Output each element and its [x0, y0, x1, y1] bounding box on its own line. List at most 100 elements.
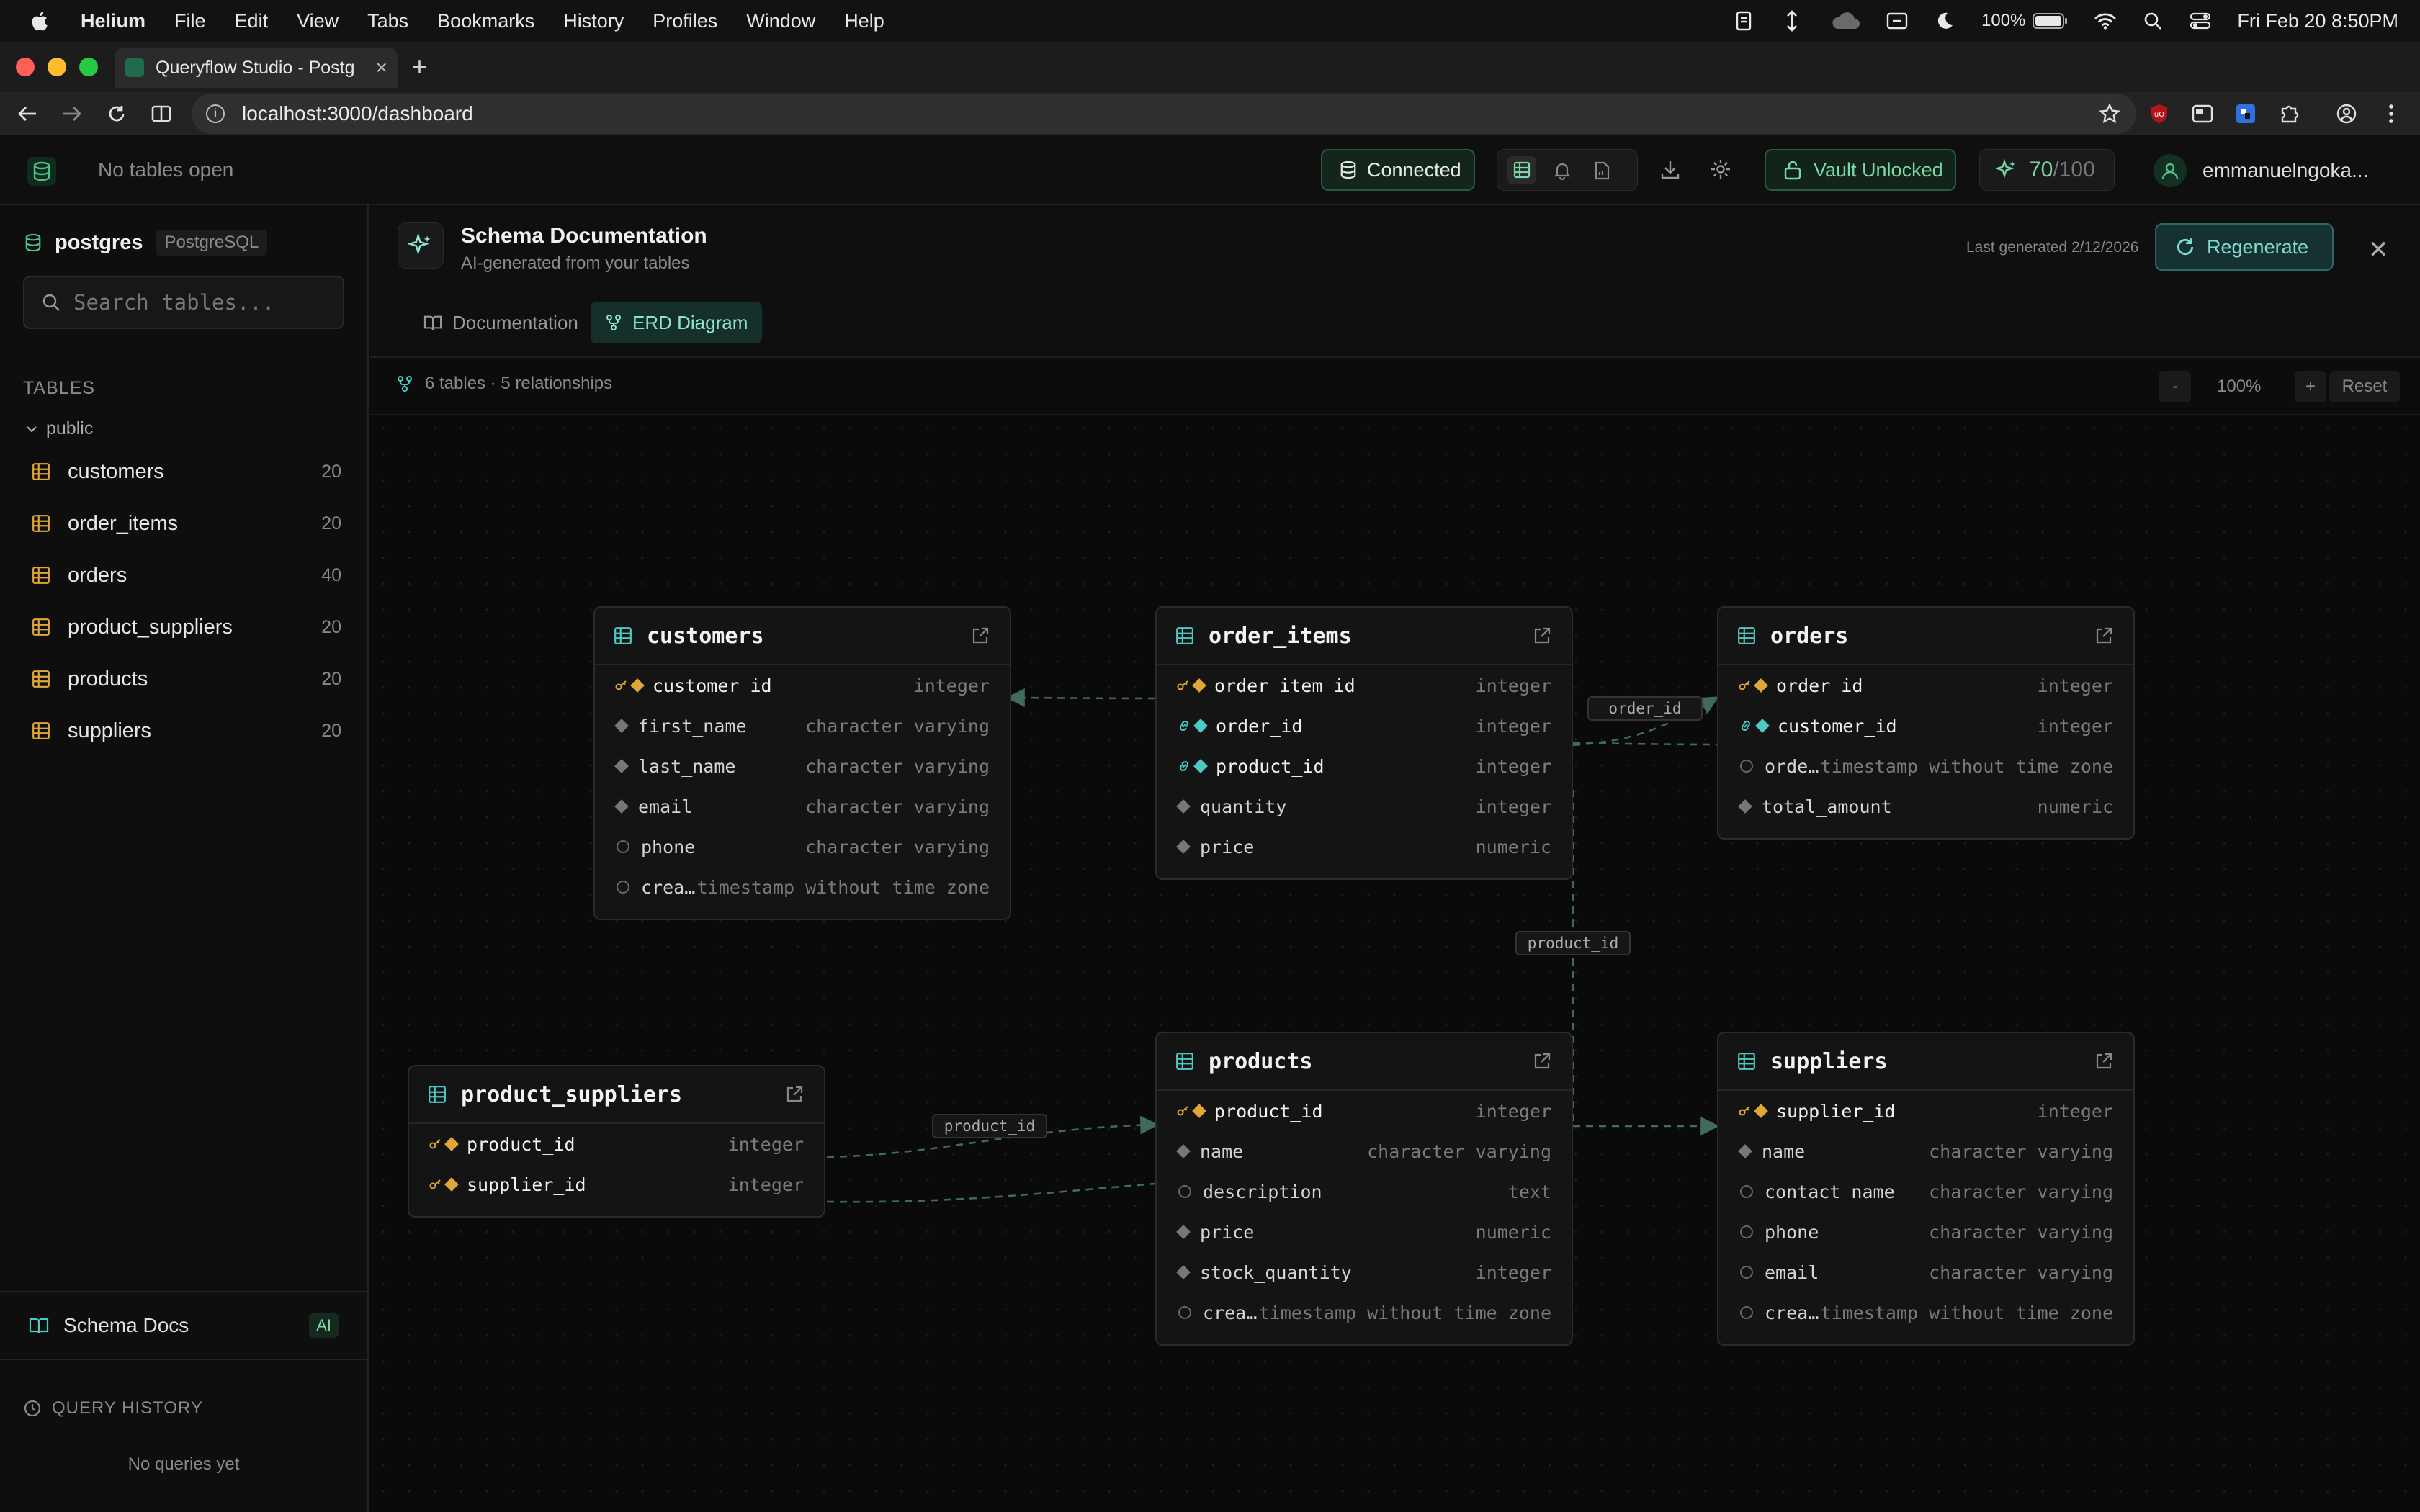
erd-canvas[interactable]: order_id product_id product_id customers…: [370, 415, 2420, 1512]
erd-field-row[interactable]: product_id integer: [1157, 1091, 1572, 1131]
sidebar-table-customers[interactable]: customers 20: [32, 451, 341, 492]
status-doc-icon[interactable]: [1734, 10, 1755, 32]
erd-table-suppliers[interactable]: suppliers supplier_id integer name character…: [1717, 1032, 2135, 1346]
browser-tab[interactable]: Queryflow Studio - Postg ×: [115, 48, 398, 88]
schema-docs-button[interactable]: Schema Docs AI: [0, 1291, 367, 1360]
sidebar-table-product-suppliers[interactable]: product_suppliers 20: [32, 607, 341, 647]
menu-bookmarks[interactable]: Bookmarks: [437, 10, 534, 32]
reset-zoom-button[interactable]: Reset: [2329, 371, 2400, 402]
reload-icon[interactable]: [104, 101, 130, 127]
menu-view[interactable]: View: [297, 10, 339, 32]
status-arrows-icon[interactable]: [1781, 10, 1803, 32]
back-icon[interactable]: [14, 101, 40, 127]
spotlight-icon[interactable]: [2142, 10, 2164, 32]
erd-field-row[interactable]: order_item_id integer: [1157, 665, 1572, 706]
erd-field-row[interactable]: phone character varying: [595, 827, 1010, 867]
menu-app-name[interactable]: Helium: [81, 10, 145, 32]
menu-history[interactable]: History: [563, 10, 624, 32]
moon-icon[interactable]: [1934, 10, 1955, 32]
ublock-extension-icon[interactable]: uO: [2146, 101, 2172, 127]
erd-table-header[interactable]: order_items: [1157, 608, 1572, 665]
window-zoom-button[interactable]: [79, 58, 98, 76]
erd-field-row[interactable]: customer_id integer: [595, 665, 1010, 706]
control-center-icon[interactable]: [2190, 10, 2211, 32]
erd-table-order-items[interactable]: order_items order_item_id integer order_id i…: [1155, 606, 1573, 880]
database-logo-icon[interactable]: [27, 157, 56, 186]
erd-table-orders[interactable]: orders order_id integer customer_id integer o…: [1717, 606, 2135, 840]
erd-table-product-suppliers[interactable]: product_suppliers product_id integer suppli…: [408, 1065, 825, 1218]
erd-field-row[interactable]: crea… timestamp without time zone: [1718, 1292, 2133, 1333]
regenerate-button[interactable]: Regenerate: [2155, 223, 2334, 271]
wifi-icon[interactable]: [2094, 10, 2116, 32]
erd-field-row[interactable]: first_name character varying: [595, 706, 1010, 746]
menu-file[interactable]: File: [174, 10, 206, 32]
search-input[interactable]: [73, 290, 333, 315]
file-chart-icon[interactable]: [1594, 161, 1610, 185]
erd-field-row[interactable]: stock_quantity integer: [1157, 1252, 1572, 1292]
erd-field-row[interactable]: order_id integer: [1718, 665, 2133, 706]
erd-field-row[interactable]: email character varying: [1718, 1252, 2133, 1292]
sidebar-table-products[interactable]: products 20: [32, 659, 341, 699]
sidebar-table-order-items[interactable]: order_items 20: [32, 503, 341, 544]
forward-icon[interactable]: [59, 101, 85, 127]
bell-icon[interactable]: [1554, 161, 1571, 185]
external-link-icon[interactable]: [2094, 1052, 2113, 1071]
erd-field-row[interactable]: customer_id integer: [1718, 706, 2133, 746]
erd-field-row[interactable]: last_name character varying: [595, 746, 1010, 786]
reader-extension-icon[interactable]: [2190, 101, 2215, 127]
url-text[interactable]: localhost:3000/dashboard: [242, 102, 473, 125]
erd-field-row[interactable]: product_id integer: [1157, 746, 1572, 786]
erd-field-row[interactable]: phone character varying: [1718, 1212, 2133, 1252]
erd-table-header[interactable]: orders: [1718, 608, 2133, 665]
erd-field-row[interactable]: name character varying: [1718, 1131, 2133, 1171]
external-link-icon[interactable]: [1533, 626, 1551, 645]
sidebar-table-orders[interactable]: orders 40: [32, 555, 341, 595]
table-view-icon[interactable]: [1507, 156, 1536, 184]
menu-profiles[interactable]: Profiles: [653, 10, 717, 32]
score-badge[interactable]: 70/100: [1979, 149, 2115, 191]
erd-table-header[interactable]: suppliers: [1718, 1033, 2133, 1091]
erd-field-row[interactable]: contact_name character varying: [1718, 1171, 2133, 1212]
erd-table-products[interactable]: products product_id integer name character v…: [1155, 1032, 1573, 1346]
erd-field-row[interactable]: crea… timestamp without time zone: [595, 867, 1010, 907]
external-link-icon[interactable]: [2094, 626, 2113, 645]
erd-field-row[interactable]: quantity integer: [1157, 786, 1572, 827]
bookmark-star-icon[interactable]: [2097, 101, 2123, 127]
settings-gear-icon[interactable]: [1710, 158, 1731, 184]
screen-icon[interactable]: [1886, 10, 1908, 32]
schema-toggle[interactable]: public: [26, 418, 93, 439]
erd-field-row[interactable]: orde… timestamp without time zone: [1718, 746, 2133, 786]
close-icon[interactable]: ✕: [2368, 235, 2389, 264]
sidebar-table-suppliers[interactable]: suppliers 20: [32, 711, 341, 751]
zoom-in-button[interactable]: +: [2295, 371, 2326, 402]
split-view-icon[interactable]: [148, 101, 174, 127]
tab-erd-diagram[interactable]: ERD Diagram: [591, 302, 763, 343]
external-link-icon[interactable]: [1533, 1052, 1551, 1071]
download-icon[interactable]: [1659, 158, 1681, 184]
erd-field-row[interactable]: name character varying: [1157, 1131, 1572, 1171]
erd-table-header[interactable]: product_suppliers: [409, 1066, 824, 1124]
user-menu[interactable]: emmanuelngoka...: [2154, 154, 2368, 187]
erd-field-row[interactable]: supplier_id integer: [409, 1164, 824, 1205]
erd-table-customers[interactable]: customers customer_id integer first_name cha…: [593, 606, 1011, 920]
menu-window[interactable]: Window: [746, 10, 815, 32]
vault-status-button[interactable]: Vault Unlocked: [1765, 149, 1956, 191]
erd-field-row[interactable]: supplier_id integer: [1718, 1091, 2133, 1131]
erd-field-row[interactable]: product_id integer: [409, 1124, 824, 1164]
browser-menu-icon[interactable]: [2378, 101, 2404, 127]
tab-documentation[interactable]: Documentation: [409, 302, 593, 343]
external-link-icon[interactable]: [785, 1085, 804, 1104]
menu-help[interactable]: Help: [844, 10, 884, 32]
window-close-button[interactable]: [16, 58, 35, 76]
erd-field-row[interactable]: price numeric: [1157, 1212, 1572, 1252]
battery-icon[interactable]: [2033, 10, 2069, 32]
profile-icon[interactable]: [2334, 101, 2360, 127]
erd-field-row[interactable]: description text: [1157, 1171, 1572, 1212]
blue-extension-icon[interactable]: [2233, 101, 2259, 127]
erd-field-row[interactable]: email character varying: [595, 786, 1010, 827]
erd-field-row[interactable]: crea… timestamp without time zone: [1157, 1292, 1572, 1333]
extensions-puzzle-icon[interactable]: [2276, 101, 2302, 127]
clock[interactable]: Fri Feb 20 8:50PM: [2237, 10, 2398, 32]
window-minimize-button[interactable]: [48, 58, 66, 76]
zoom-out-button[interactable]: -: [2159, 371, 2191, 402]
